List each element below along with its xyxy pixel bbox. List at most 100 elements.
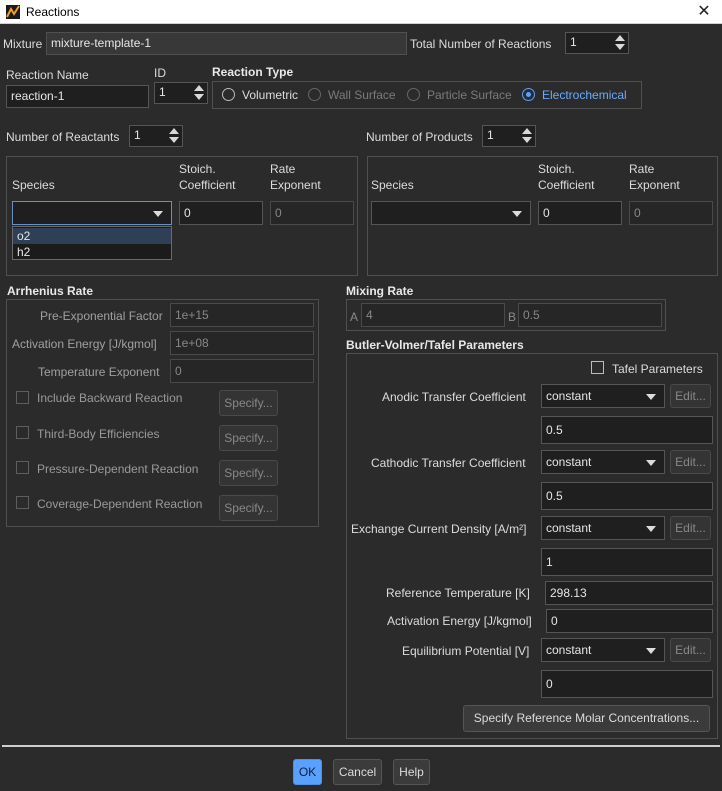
- cathodic-label: Cathodic Transfer Coefficient: [371, 456, 526, 470]
- arrhenius-title: Arrhenius Rate: [7, 284, 94, 298]
- reactants-count-value: 1: [134, 128, 141, 142]
- pre-exp-input: 1e+15: [170, 303, 314, 327]
- spin-down-icon[interactable]: [193, 93, 205, 102]
- species-option-o2[interactable]: o2: [13, 228, 171, 244]
- anodic-edit-button: Edit...: [670, 384, 711, 408]
- radio-electrochemical[interactable]: [522, 88, 535, 101]
- chevron-down-icon: [153, 211, 163, 217]
- window-titlebar: Reactions ✕: [0, 0, 722, 24]
- pressure-dependent-label: Pressure-Dependent Reaction: [37, 462, 199, 476]
- reactant-stoich-input[interactable]: 0: [179, 201, 263, 225]
- chevron-down-icon: [646, 526, 656, 532]
- cathodic-method-dropdown[interactable]: constant: [541, 450, 665, 474]
- equil-method-dropdown[interactable]: constant: [541, 638, 665, 662]
- chevron-down-icon: [646, 394, 656, 400]
- radio-particle-surface-label: Particle Surface: [427, 88, 512, 102]
- anodic-method-dropdown[interactable]: constant: [541, 384, 665, 408]
- third-body-checkbox: [16, 426, 29, 439]
- window-title: Reactions: [26, 5, 80, 19]
- anodic-value-input[interactable]: 0.5: [541, 416, 713, 444]
- cancel-button[interactable]: Cancel: [333, 759, 382, 785]
- radio-wall-surface-label: Wall Surface: [328, 88, 396, 102]
- equil-value-input[interactable]: 0: [541, 670, 713, 698]
- products-count-value: 1: [487, 128, 494, 142]
- arrhenius-act-energy-label: Activation Energy [J/kgmol]: [12, 337, 157, 351]
- cathodic-edit-button: Edit...: [670, 450, 711, 474]
- products-count-spinner[interactable]: 1: [482, 125, 536, 147]
- mixture-label: Mixture: [3, 37, 43, 51]
- exchange-method-value: constant: [546, 521, 592, 535]
- product-stoich-input[interactable]: 0: [538, 201, 622, 225]
- spin-up-icon[interactable]: [614, 34, 626, 43]
- reactants-stoich-header-2: Coefficient: [179, 178, 236, 192]
- reaction-name-label: Reaction Name: [6, 68, 89, 82]
- ok-button[interactable]: OK: [293, 759, 322, 785]
- species-option-h2[interactable]: h2: [13, 244, 171, 260]
- spin-down-icon[interactable]: [614, 43, 626, 52]
- reactant-rate-input: 0: [270, 201, 354, 225]
- pre-exp-label: Pre-Exponential Factor: [40, 309, 163, 323]
- tafel-checkbox[interactable]: [591, 361, 604, 374]
- id-value: 1: [159, 85, 166, 99]
- bv-act-energy-label: Activation Energy [J/kgmol]: [387, 614, 532, 628]
- mixing-b-input: 0.5: [518, 303, 662, 327]
- bv-act-energy-input[interactable]: 0: [546, 609, 713, 633]
- products-count-label: Number of Products: [366, 130, 473, 144]
- reactants-species-header: Species: [12, 178, 55, 192]
- mixture-field: mixture-template-1: [46, 32, 407, 55]
- id-label: ID: [154, 66, 166, 80]
- backward-reaction-label: Include Backward Reaction: [37, 391, 183, 405]
- ref-temp-input[interactable]: 298.13: [545, 581, 713, 605]
- arrhenius-act-energy-input: 1e+08: [170, 331, 314, 355]
- ref-temp-label: Reference Temperature [K]: [386, 586, 530, 600]
- backward-reaction-checkbox: [16, 391, 29, 404]
- reactants-count-label: Number of Reactants: [6, 130, 120, 144]
- cathodic-method-value: constant: [546, 455, 592, 469]
- footer-divider: [2, 745, 720, 747]
- spin-up-icon[interactable]: [193, 84, 205, 93]
- specify-ref-molar-button[interactable]: Specify Reference Molar Concentrations..…: [463, 705, 710, 732]
- radio-volumetric-label: Volumetric: [242, 88, 299, 102]
- exchange-value-input[interactable]: 1: [541, 548, 713, 576]
- id-spinner[interactable]: 1: [154, 82, 208, 104]
- butler-volmer-title: Butler-Volmer/Tafel Parameters: [346, 338, 524, 352]
- species-dropdown-list: o2 h2: [12, 226, 172, 260]
- reaction-name-input[interactable]: reaction-1: [6, 85, 149, 108]
- equil-edit-button: Edit...: [670, 638, 711, 662]
- products-species-header: Species: [371, 178, 414, 192]
- product-species-dropdown[interactable]: [371, 201, 531, 225]
- chevron-down-icon: [646, 648, 656, 654]
- reactants-count-spinner[interactable]: 1: [129, 125, 183, 147]
- mixing-rate-title: Mixing Rate: [346, 284, 414, 298]
- reaction-type-title: Reaction Type: [212, 65, 294, 79]
- reactants-rate-header-1: Rate: [270, 162, 296, 176]
- total-reactions-value: 1: [570, 35, 577, 49]
- help-button[interactable]: Help: [393, 759, 430, 785]
- coverage-dependent-checkbox: [16, 496, 29, 509]
- products-rate-header-1: Rate: [629, 162, 655, 176]
- anodic-method-value: constant: [546, 389, 592, 403]
- total-reactions-spinner[interactable]: 1: [565, 32, 629, 54]
- mixing-a-label: A: [350, 310, 359, 324]
- products-stoich-header-1: Stoich.: [538, 162, 575, 176]
- total-reactions-label: Total Number of Reactions: [410, 37, 552, 51]
- reactants-stoich-header-1: Stoich.: [179, 162, 216, 176]
- products-stoich-header-2: Coefficient: [538, 178, 595, 192]
- mixing-a-input: 4: [361, 303, 505, 327]
- reactant-species-dropdown[interactable]: [12, 201, 172, 225]
- coverage-dependent-label: Coverage-Dependent Reaction: [37, 497, 203, 511]
- spin-up-icon[interactable]: [168, 127, 180, 136]
- spin-up-icon[interactable]: [521, 127, 533, 136]
- equil-potential-label: Equilibrium Potential [V]: [402, 644, 530, 658]
- spin-down-icon[interactable]: [168, 136, 180, 145]
- exchange-edit-button: Edit...: [670, 516, 711, 540]
- cathodic-value-input[interactable]: 0.5: [541, 482, 713, 510]
- exchange-method-dropdown[interactable]: constant: [541, 516, 665, 540]
- spin-down-icon[interactable]: [521, 136, 533, 145]
- mixing-b-label: B: [508, 310, 517, 324]
- equil-method-value: constant: [546, 643, 592, 657]
- anodic-label: Anodic Transfer Coefficient: [382, 390, 526, 404]
- close-icon[interactable]: ✕: [692, 2, 716, 22]
- radio-electrochemical-label: Electrochemical: [542, 88, 627, 102]
- radio-volumetric[interactable]: [222, 88, 235, 101]
